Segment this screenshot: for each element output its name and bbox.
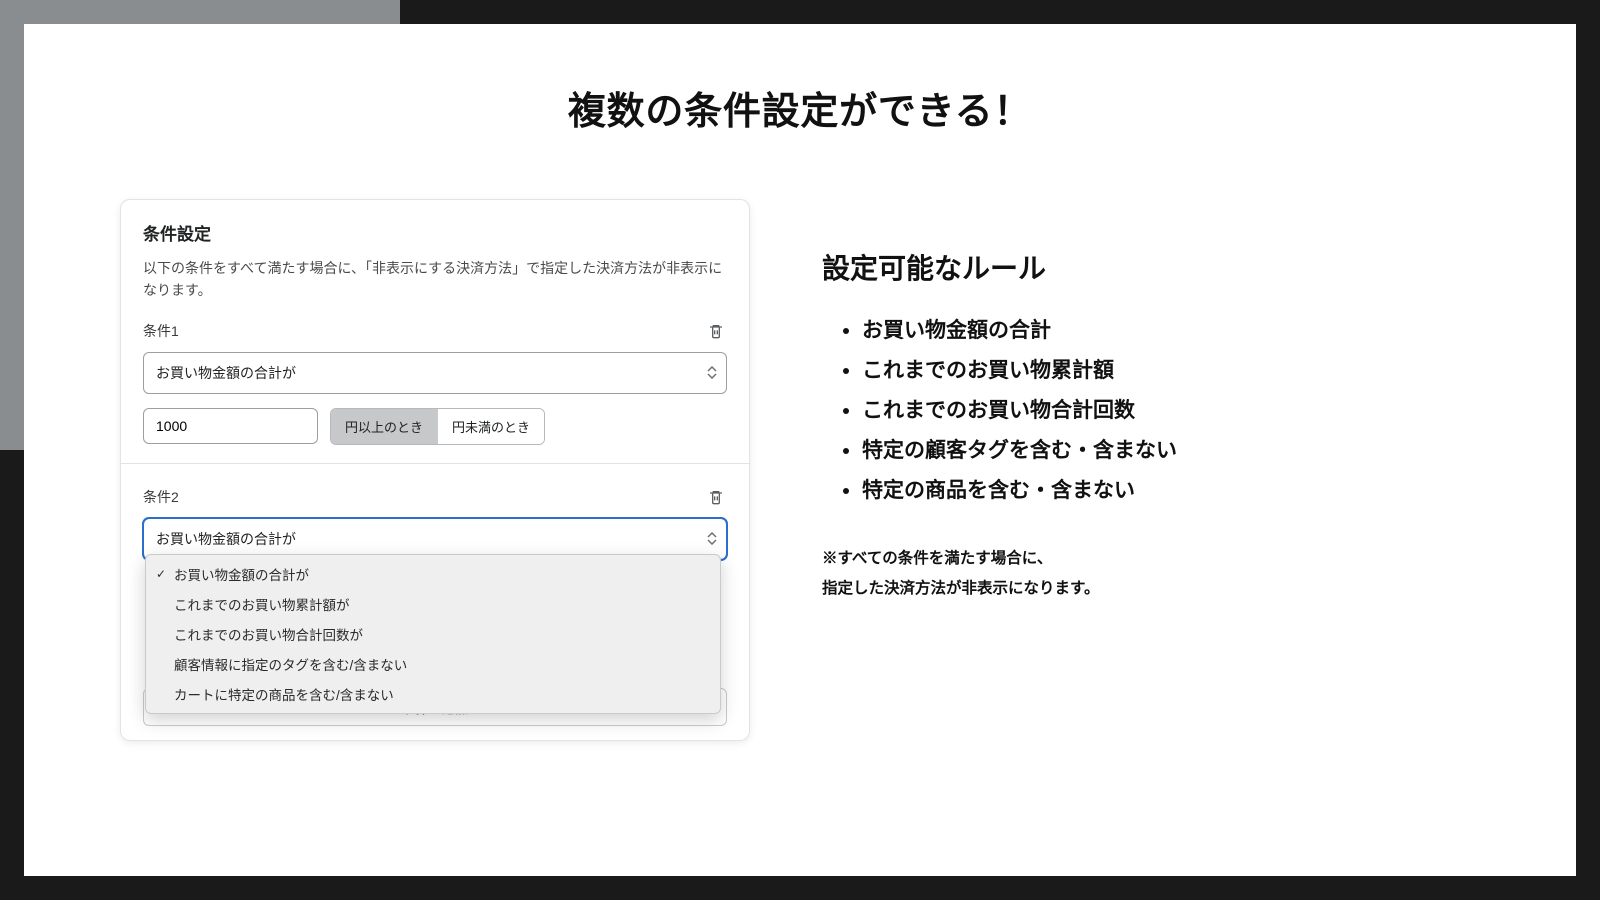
dropdown-option-label: カートに特定の商品を含む/含まない [174,684,394,704]
divider [121,463,749,464]
rule-item: 特定の顧客タグを含む・含まない [862,431,1480,471]
dropdown-option[interactable]: これまでのお買い物合計回数が [146,619,720,649]
chevron-updown-icon [707,365,717,381]
note-line: ※すべての条件を満たす場合に、 [822,544,1480,573]
condition2-dropdown: ✓ お買い物金額の合計が これまでのお買い物累計額が これまでのお買い物合計回数… [145,554,721,714]
condition1-header: 条件1 [143,320,727,342]
conditions-panel: 条件設定 以下の条件をすべて満たす場合に、「非表示にする決済方法」で指定した決済… [120,199,750,741]
dropdown-option-label: これまでのお買い物累計額が [174,594,350,614]
seg-over-button[interactable]: 円以上のとき [331,409,438,444]
page-title: 複数の条件設定ができる！ [120,80,1480,135]
rule-item: 特定の商品を含む・含まない [862,471,1480,511]
seg-under-button[interactable]: 円未満のとき [438,409,544,444]
content-row: 条件設定 以下の条件をすべて満たす場合に、「非表示にする決済方法」で指定した決済… [120,199,1480,741]
trash-icon[interactable] [705,320,727,342]
dropdown-option[interactable]: カートに特定の商品を含む/含まない [146,679,720,709]
dropdown-option-label: 顧客情報に指定のタグを含む/含まない [174,654,407,674]
rule-item: これまでのお買い物累計額 [862,351,1480,391]
amount-input[interactable] [143,408,318,444]
condition1-select[interactable]: お買い物金額の合計が [143,352,727,394]
note-line: 指定した決済方法が非表示になります。 [822,574,1480,603]
slide-frame: 複数の条件設定ができる！ 条件設定 以下の条件をすべて満たす場合に、「非表示にす… [0,0,1600,900]
slide-card: 複数の条件設定ができる！ 条件設定 以下の条件をすべて満たす場合に、「非表示にす… [24,24,1576,876]
dropdown-option-label: お買い物金額の合計が [174,564,309,584]
condition2-header: 条件2 [143,486,727,508]
dropdown-option[interactable]: これまでのお買い物累計額が [146,589,720,619]
rules-heading: 設定可能なルール [822,247,1480,287]
panel-description: 以下の条件をすべて満たす場合に、「非表示にする決済方法」で指定した決済方法が非表… [143,257,727,302]
check-icon: ✓ [154,567,168,581]
trash-icon[interactable] [705,486,727,508]
panel-title: 条件設定 [143,220,727,245]
dropdown-option[interactable]: 顧客情報に指定のタグを含む/含まない [146,649,720,679]
condition1-select-value[interactable]: お買い物金額の合計が [143,352,727,394]
condition1-amount-row: 円以上のとき 円未満のとき [143,408,727,445]
dropdown-option-label: これまでのお買い物合計回数が [174,624,363,644]
rule-item: これまでのお買い物合計回数 [862,391,1480,431]
dropdown-option[interactable]: ✓ お買い物金額の合計が [146,559,720,589]
threshold-toggle: 円以上のとき 円未満のとき [330,408,545,445]
condition2-select-wrapper: お買い物金額の合計が ✓ お買い物金額の合計が [143,518,727,560]
rules-list: お買い物金額の合計 これまでのお買い物累計額 これまでのお買い物合計回数 特定の… [822,311,1480,510]
condition1-label: 条件1 [143,321,179,341]
condition2-label: 条件2 [143,487,179,507]
right-column: 設定可能なルール お買い物金額の合計 これまでのお買い物累計額 これまでのお買い… [822,199,1480,603]
chevron-updown-icon [707,531,717,547]
left-column: 条件設定 以下の条件をすべて満たす場合に、「非表示にする決済方法」で指定した決済… [120,199,750,741]
rule-item: お買い物金額の合計 [862,311,1480,351]
